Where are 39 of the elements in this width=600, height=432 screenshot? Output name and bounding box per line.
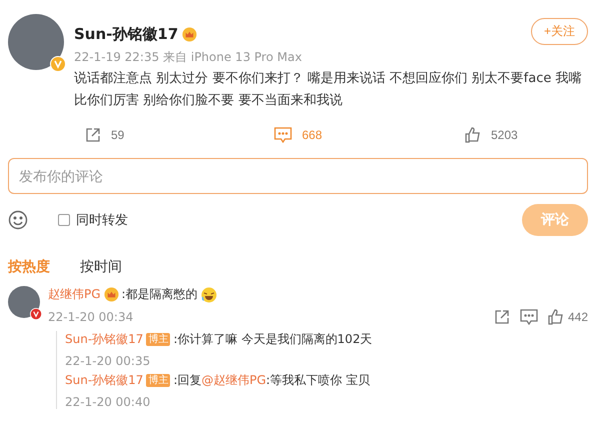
commenter-name[interactable]: 赵继伟PG <box>48 286 101 303</box>
smiley-icon[interactable] <box>8 210 28 230</box>
repost-checkbox[interactable] <box>58 214 70 226</box>
reply-time: 22-1-20 00:40 <box>65 395 150 409</box>
crown-badge-icon <box>104 287 119 302</box>
share-icon <box>84 127 101 143</box>
repost-label: 同时转发 <box>76 212 128 229</box>
thumbs-up-icon <box>464 127 481 143</box>
submit-comment-button[interactable]: 评论 <box>522 204 588 236</box>
author-name[interactable]: Sun-孙铭徽17 <box>74 25 178 44</box>
sort-tab[interactable]: 按时间 <box>80 258 122 276</box>
verified-badge-icon <box>50 56 66 72</box>
crown-badge-icon <box>182 27 198 42</box>
post-meta: 22-1-19 22:35 来自 iPhone 13 Pro Max <box>74 49 303 66</box>
comment-time: 22-1-20 00:34 <box>48 310 134 324</box>
comment-text: :都是隔离憋的 <box>122 286 198 303</box>
verified-badge-icon <box>30 308 42 320</box>
share-action-button[interactable]: 59 <box>8 126 202 144</box>
commenter-avatar-placeholder[interactable] <box>8 286 40 318</box>
author-badge: 博主 <box>146 374 170 387</box>
comment-icon <box>520 309 538 325</box>
thumbs-up-icon <box>548 309 564 325</box>
mention-link[interactable]: @赵继伟PG <box>201 373 266 387</box>
follow-button[interactable]: +关注 <box>530 18 588 45</box>
reply-time: 22-1-20 00:35 <box>65 354 150 368</box>
laughing-emoji-icon <box>200 286 217 302</box>
author-badge: 博主 <box>146 333 170 346</box>
reply-text: :回复@赵继伟PG:等我私下喷你 宝贝 <box>173 372 370 389</box>
reply-text: :你计算了嘛 今天是我们隔离的102天 <box>173 331 372 348</box>
comment-action-button[interactable]: 668 <box>201 126 395 144</box>
like-comment-button[interactable]: 442 <box>538 309 588 325</box>
like-action-button[interactable]: 5203 <box>394 126 588 144</box>
comment-input-field[interactable]: 发布你的评论 <box>8 158 588 194</box>
share-icon <box>494 309 510 325</box>
comment-icon <box>274 127 292 143</box>
post-text: 说话都注意点 别太过分 要不你们来打？ 嘴是用来说话 不想回应你们 别太不要face 我嘴比你们厉害 别给你们脸不要 要不当面来和我说 <box>74 70 582 110</box>
sort-tab[interactable]: 按热度 <box>8 258 50 276</box>
reply-author[interactable]: Sun-孙铭徽17 <box>65 331 144 348</box>
reply-author[interactable]: Sun-孙铭徽17 <box>65 372 144 389</box>
